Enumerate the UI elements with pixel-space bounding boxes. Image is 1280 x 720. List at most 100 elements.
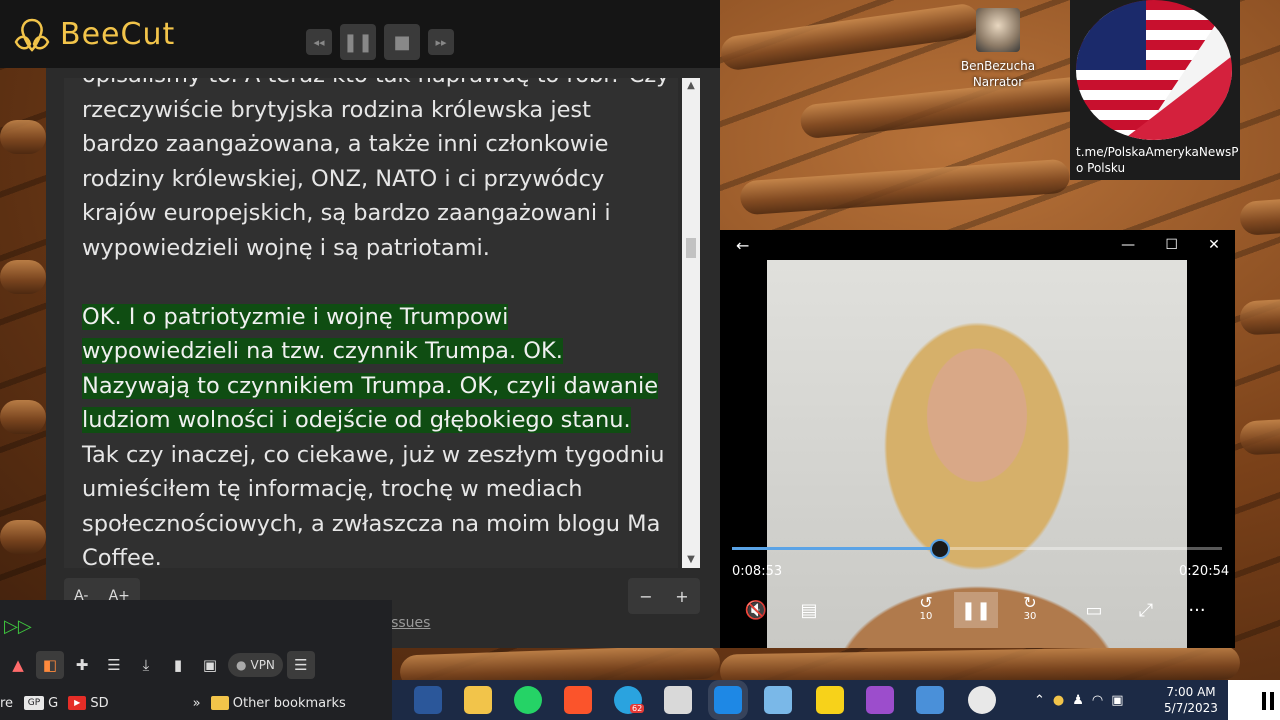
previous-button[interactable]: ◂◂ [306, 29, 332, 55]
seek-bar[interactable] [732, 539, 1222, 559]
transcript-view[interactable]: opisaliśmy to. A teraz kto tak naprawdę … [64, 78, 678, 568]
extension-icons: ▲ ◧ ✚ ☰ ⤓ ▮ ▣ ● VPN ☰ [0, 648, 392, 682]
transcript-paragraph: OK. I o patriotyzmie i wojnę Trumpowi wy… [82, 300, 672, 569]
system-tray: ⌃ ● ♟ ◠ ▣ [1034, 680, 1124, 720]
chrome-icon[interactable] [968, 686, 996, 714]
wallet-icon[interactable]: ▣ [196, 651, 224, 679]
scroll-thumb[interactable] [686, 238, 696, 258]
browser-toolbar: ▷▷ ▲ ◧ ✚ ☰ ⤓ ▮ ▣ ● VPN ☰ re GP G ▶ SD » O… [0, 600, 392, 720]
zoom-controls: − + [628, 578, 700, 614]
brave-icon[interactable] [564, 686, 592, 714]
other-bookmarks-label: Other bookmarks [232, 695, 346, 711]
channel-logo-tile: t.me/PolskaAmerykaNewsPo Polsku [1070, 0, 1240, 180]
bee-logo-icon [14, 18, 50, 52]
bookmarks-overflow[interactable]: » [193, 696, 201, 711]
transcript-text: opisaliśmy to. A teraz kto tak naprawdę … [82, 78, 672, 568]
youtube-icon: ▶ [68, 696, 87, 710]
vpn-button[interactable]: ● VPN [228, 653, 283, 677]
bookmark-item[interactable]: GP G [24, 696, 58, 711]
bookmark-item[interactable]: ▶ SD [68, 695, 109, 711]
zoom-in-button[interactable]: + [675, 587, 688, 606]
forward-seconds: 30 [1023, 611, 1037, 622]
other-bookmarks[interactable]: Other bookmarks [210, 695, 346, 711]
zoom-out-button[interactable]: − [639, 587, 652, 606]
playlist-icon[interactable]: ☰ [100, 651, 128, 679]
puzzle-icon[interactable]: ✚ [68, 651, 96, 679]
scroll-down-arrow-icon[interactable]: ▼ [682, 552, 700, 568]
photos-icon[interactable] [916, 686, 944, 714]
player-control-bar: 🔇 ▤ ↺ 10 ❚❚ ↻ 30 ▭ ⤢ ··· [720, 588, 1235, 632]
us-poland-flag-logo [1076, 0, 1232, 140]
download-icon[interactable]: ⤓ [132, 651, 160, 679]
transcript-panel: opisaliśmy to. A teraz kto tak naprawdę … [46, 68, 720, 648]
back-arrow-icon[interactable]: ← [736, 236, 749, 255]
app-icon[interactable] [664, 686, 692, 714]
channel-url: t.me/PolskaAmerykaNewsPo Polsku [1076, 145, 1239, 175]
corner-pause-indicator [1228, 680, 1280, 720]
menu-icon[interactable]: ☰ [286, 651, 315, 679]
close-icon[interactable]: ✕ [1208, 237, 1220, 253]
rewind-10-button[interactable]: ↺ 10 [904, 592, 948, 628]
display-icon[interactable]: ▣ [1111, 693, 1123, 708]
forward-30-button[interactable]: ↻ 30 [1008, 592, 1052, 628]
narrator-tile: BenBezucha Narrator [950, 8, 1046, 90]
narrator-avatar [976, 8, 1020, 52]
elapsed-time: 0:08:53 [732, 564, 783, 579]
transcript-paragraph: opisaliśmy to. A teraz kto tak naprawdę … [82, 78, 672, 265]
maximize-icon[interactable]: ☐ [1165, 237, 1178, 253]
mute-icon[interactable]: 🔇 [734, 592, 778, 628]
person-icon[interactable]: ♟ [1072, 693, 1084, 708]
pause-bars-icon [1262, 692, 1266, 710]
folder-icon [210, 696, 229, 710]
bookmark-label: SD [90, 695, 109, 711]
seek-bar-fill [732, 547, 941, 550]
pause-button[interactable]: ❚❚ [340, 24, 376, 60]
window-controls: — ☐ ✕ [1106, 230, 1235, 260]
playback-controls: ◂◂ ❚❚ ■ ▸▸ [306, 24, 454, 60]
narrator-role: Narrator [972, 75, 1024, 89]
clock-time: 7:00 AM [1166, 685, 1216, 699]
sidebar-icon[interactable]: ▮ [164, 651, 192, 679]
minimize-icon[interactable]: — [1121, 237, 1135, 253]
media-player-icon[interactable] [714, 686, 742, 714]
rewind-seconds: 10 [919, 611, 933, 622]
video-player: ← — ☐ ✕ 0:08:53 0:20:54 🔇 ▤ ↺ 10 ❚❚ ↻ 30… [720, 230, 1235, 648]
paragraph-text: opisaliśmy to. A teraz kto tak naprawdę … [82, 78, 669, 261]
fullscreen-icon[interactable]: ⤢ [1124, 592, 1168, 628]
rewind-icon: ↺ [919, 593, 933, 612]
media-play-icon[interactable]: ▷▷ [4, 616, 32, 637]
app-icon[interactable] [764, 686, 792, 714]
stop-button[interactable]: ■ [384, 24, 420, 60]
bookmark-label: G [48, 695, 59, 711]
word-icon[interactable] [414, 686, 442, 714]
clock-date: 5/7/2023 [1164, 701, 1218, 715]
highlighted-text: OK. I o patriotyzmie i wojnę Trumpowi wy… [82, 303, 659, 433]
beecut-toolbar: BeeCut ◂◂ ❚❚ ■ ▸▸ [0, 0, 720, 68]
bookmarks-bar: re GP G ▶ SD » Other bookmarks [0, 688, 392, 718]
telegram-badge: 62 [630, 704, 645, 713]
captions-icon[interactable]: ▤ [787, 592, 831, 628]
notification-icon[interactable]: ● [1053, 693, 1064, 708]
forward-icon: ↻ [1023, 593, 1037, 612]
windows-taskbar: 62 ⌃ ● ♟ ◠ ▣ 7:00 AM 5/7/2023 [392, 680, 1280, 720]
whatsapp-icon[interactable] [514, 686, 542, 714]
pause-icon[interactable]: ❚❚ [954, 592, 998, 628]
beecut-taskbar-icon[interactable] [816, 686, 844, 714]
brave-rewards-icon[interactable]: ◧ [36, 651, 64, 679]
vpn-label: VPN [250, 658, 275, 672]
app-name: BeeCut [60, 16, 176, 52]
wifi-icon[interactable]: ◠ [1092, 693, 1103, 708]
telegram-icon[interactable]: 62 [614, 686, 645, 714]
bookmark-partial[interactable]: re [0, 696, 14, 711]
next-button[interactable]: ▸▸ [428, 29, 454, 55]
paragraph-text: Tak czy inaczej, co ciekawe, już w zeszł… [82, 441, 665, 569]
scroll-up-arrow-icon[interactable]: ▲ [682, 78, 700, 94]
chevron-up-icon[interactable]: ⌃ [1034, 693, 1045, 708]
more-options-icon[interactable]: ··· [1175, 592, 1219, 628]
transcript-scrollbar[interactable]: ▲ ▼ [682, 78, 700, 568]
warning-triangle-icon[interactable]: ▲ [4, 651, 32, 679]
miniplayer-icon[interactable]: ▭ [1072, 592, 1116, 628]
clipchamp-icon[interactable] [866, 686, 894, 714]
system-clock[interactable]: 7:00 AM 5/7/2023 [1152, 684, 1230, 716]
file-explorer-icon[interactable] [464, 686, 492, 714]
